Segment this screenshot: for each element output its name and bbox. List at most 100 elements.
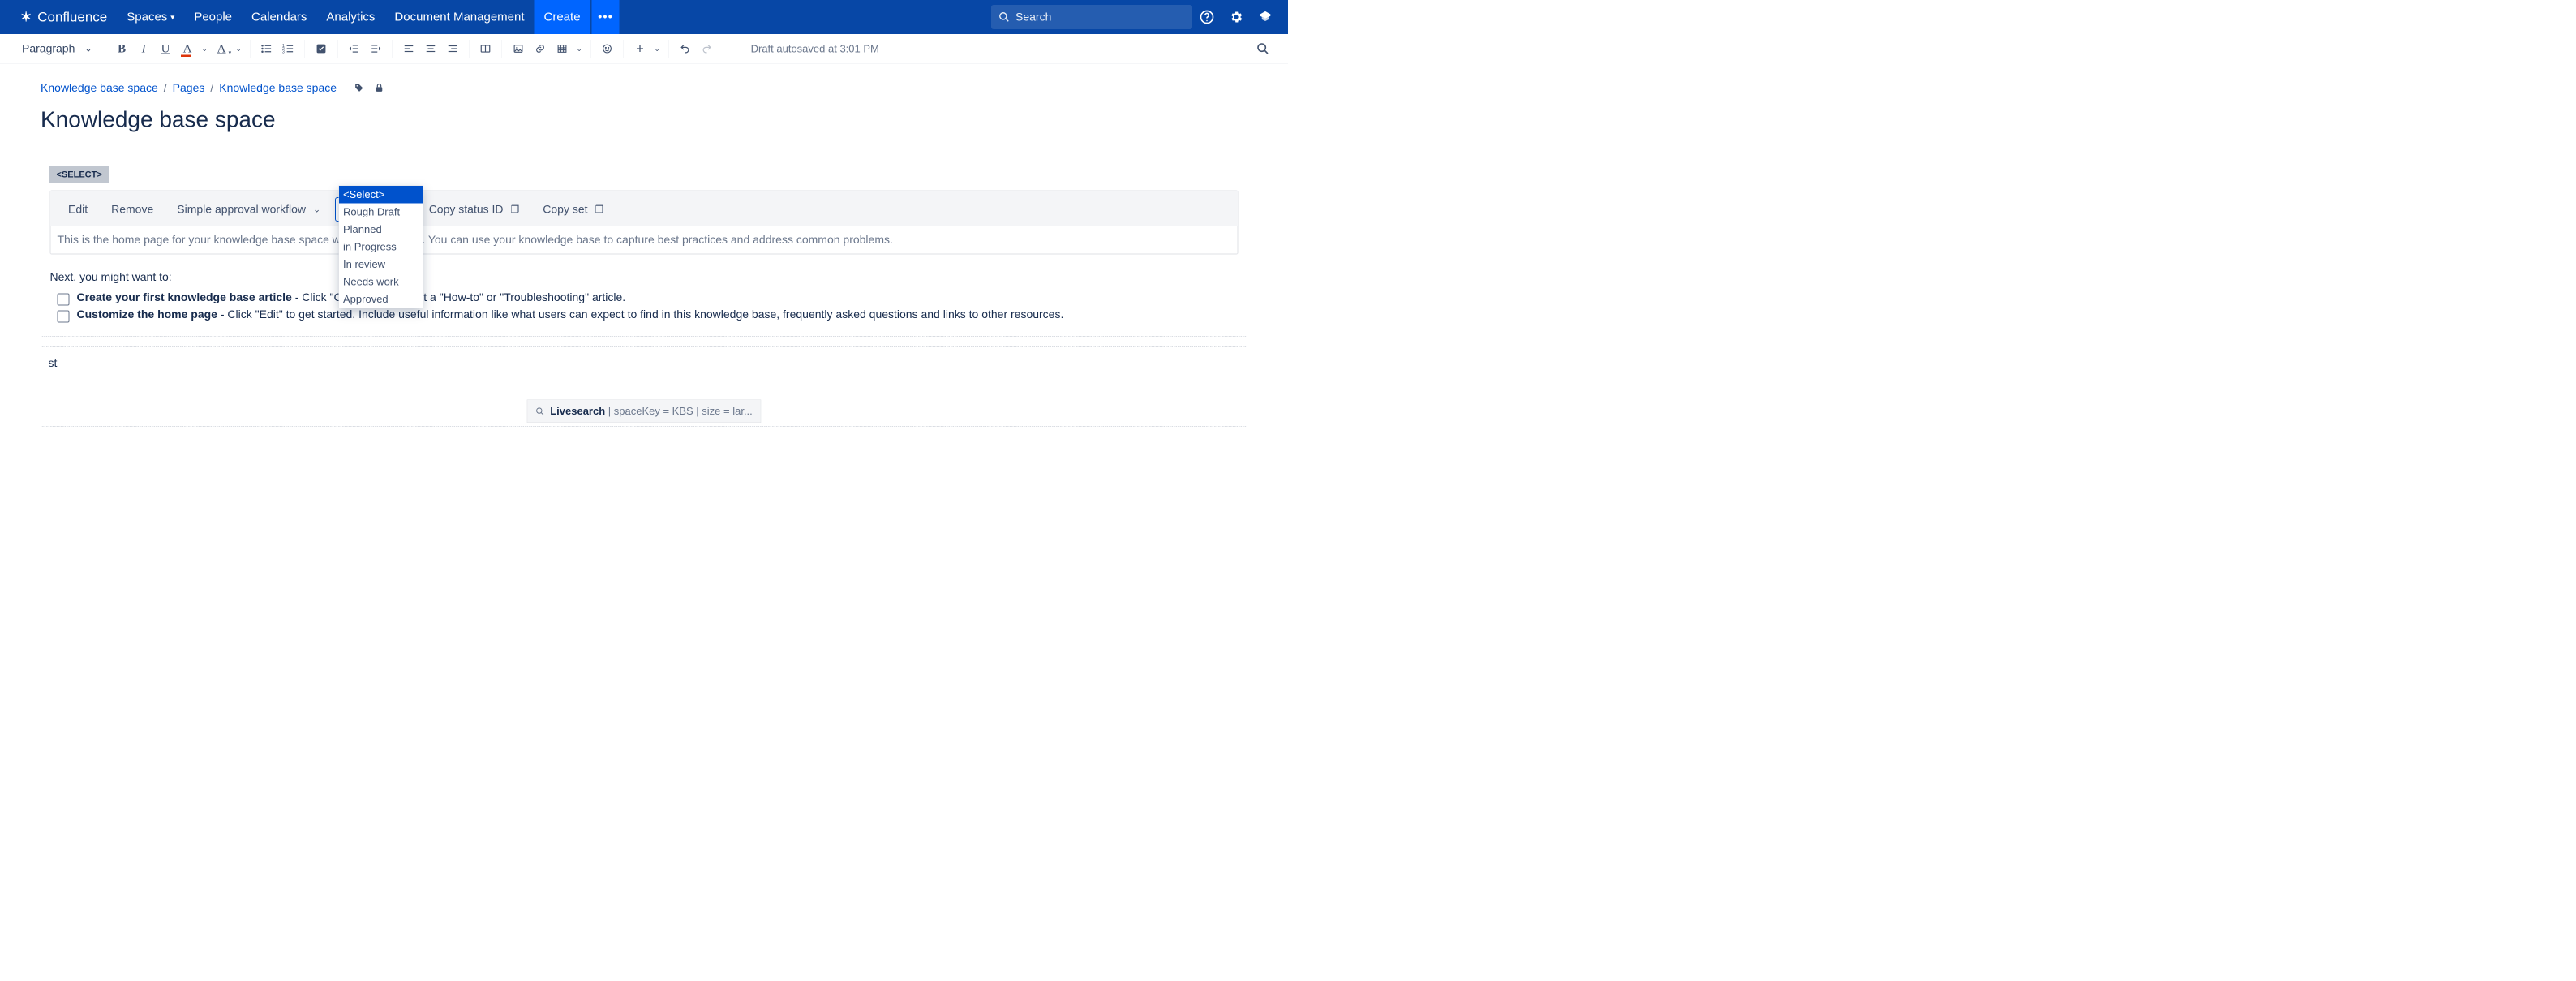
livesearch-name: Livesearch [550,405,605,417]
help-icon[interactable] [1192,10,1221,24]
crumb-current[interactable]: Knowledge base space [219,82,337,95]
task-list-button[interactable] [311,38,332,59]
notifications-icon[interactable] [1251,11,1280,24]
indent-button[interactable] [366,38,387,59]
livesearch-placeholder[interactable]: Livesearch | spaceKey = KBS | size = lar… [527,400,762,424]
align-left-button[interactable] [398,38,419,59]
task-item: Customize the home page - Click "Edit" t… [58,308,1243,323]
chevron-down-icon[interactable]: ⌄ [199,45,210,54]
copy-set-button[interactable]: Copy set ❐ [534,198,612,221]
create-button[interactable]: Create [535,0,590,34]
nav-items: Spaces ▾ People Calendars Analytics Docu… [117,0,619,34]
page-title[interactable]: Knowledge base space [41,106,1247,133]
outdent-button[interactable] [344,38,365,59]
crumb-pages[interactable]: Pages [173,82,205,95]
number-list-button[interactable]: 123 [278,38,299,59]
macro-toolbar: Edit Remove Simple approval workflow ⌄ <… [50,191,1238,226]
nav-document-management[interactable]: Document Management [384,0,534,34]
workflow-select[interactable]: Simple approval workflow ⌄ [168,198,329,221]
label-icon[interactable] [354,83,364,93]
chevron-down-icon: ⌄ [313,204,320,215]
copy-status-label: Copy status ID [429,203,504,216]
global-nav: ✶ Confluence Spaces ▾ People Calendars A… [0,0,1288,34]
link-button[interactable] [530,38,551,59]
align-center-button[interactable] [420,38,441,59]
macro-toolbar-box: Edit Remove Simple approval workflow ⌄ <… [50,191,1239,255]
dropdown-option[interactable]: Planned [339,221,423,239]
paragraph-label: Paragraph [22,42,75,55]
copy-set-label: Copy set [543,203,587,216]
align-right-button[interactable] [442,38,463,59]
search-input[interactable]: Search [991,5,1192,29]
macro-body[interactable]: This is the home page for your knowledge… [50,226,1238,254]
macro-tag: <SELECT> [49,166,109,183]
dropdown-option[interactable]: Rough Draft [339,204,423,222]
chevron-down-icon[interactable]: ⌄ [233,45,244,54]
edit-label: Edit [68,203,88,216]
paragraph-select[interactable]: Paragraph ⌄ [15,37,100,61]
copy-icon: ❐ [595,204,604,216]
checkbox[interactable] [58,294,70,306]
crumb-sep: / [210,82,213,95]
task-text: - Click "Edit" to get started. Include u… [217,308,1063,321]
nav-spaces-label: Spaces [127,11,167,24]
dropdown-option[interactable]: in Progress [339,239,423,256]
copy-icon: ❐ [511,204,520,216]
dropdown-option[interactable]: Needs work [339,273,423,291]
undo-button[interactable] [675,38,696,59]
restrictions-icon[interactable] [374,83,384,93]
redo-button[interactable] [697,38,718,59]
task-list: Create your first knowledge base article… [45,291,1243,323]
bullet-list-button[interactable] [256,38,277,59]
crumb-space[interactable]: Knowledge base space [41,82,158,95]
search-placeholder: Search [1015,11,1051,24]
checkbox[interactable] [58,311,70,323]
dropdown-option[interactable]: <Select> [339,186,423,204]
page-editor: Knowledge base space / Pages / Knowledge… [0,64,1288,452]
status-macro[interactable]: <SELECT> Edit Remove Simple approval wor… [41,157,1247,337]
nav-analytics-label: Analytics [326,11,375,24]
nav-people[interactable]: People [184,0,242,34]
nav-calendars[interactable]: Calendars [242,0,316,34]
copy-status-button[interactable]: Copy status ID ❐ [420,198,529,221]
table-button[interactable] [552,38,573,59]
brand[interactable]: ✶ Confluence [0,9,117,25]
find-button[interactable] [1256,42,1273,55]
dropdown-option[interactable]: In review [339,256,423,273]
task-item: Create your first knowledge base article… [58,291,1243,306]
chevron-down-icon[interactable]: ⌄ [573,45,585,54]
chevron-down-icon: ⌄ [84,44,92,54]
layout-button[interactable] [475,38,496,59]
nav-calendars-label: Calendars [251,11,307,24]
text-color-button[interactable]: A [177,38,198,59]
next-heading: Next, you might want to: [50,271,1243,284]
more-format-button[interactable]: A▾ [211,38,232,59]
livesearch-params: | spaceKey = KBS | size = lar... [605,405,753,417]
confluence-icon: ✶ [20,9,32,25]
nav-document-management-label: Document Management [394,11,524,24]
macro2-text[interactable]: st [49,357,1240,370]
italic-button[interactable]: I [133,38,154,59]
nav-more-button[interactable]: ••• [592,0,620,34]
settings-icon[interactable] [1221,10,1251,24]
task-title: Create your first knowledge base article [77,291,292,304]
dropdown-option[interactable]: Approved [339,290,423,308]
status-dropdown: <Select> Rough Draft Planned in Progress… [339,186,423,309]
edit-button[interactable]: Edit [59,198,97,221]
nav-analytics[interactable]: Analytics [316,0,384,34]
image-button[interactable] [508,38,529,59]
chevron-down-icon[interactable]: ⌄ [651,45,663,54]
search-icon [535,407,544,415]
workflow-label: Simple approval workflow [177,203,306,216]
underline-button[interactable]: U [155,38,176,59]
nav-spaces[interactable]: Spaces ▾ [117,0,184,34]
remove-button[interactable]: Remove [102,198,162,221]
insert-button[interactable] [629,38,650,59]
bold-button[interactable]: B [111,38,132,59]
emoji-button[interactable] [597,38,618,59]
brand-label: Confluence [37,9,107,25]
nav-people-label: People [194,11,232,24]
svg-text:3: 3 [282,50,285,55]
task-title: Customize the home page [77,308,217,321]
livesearch-macro[interactable]: st Livesearch | spaceKey = KBS | size = … [41,346,1247,427]
